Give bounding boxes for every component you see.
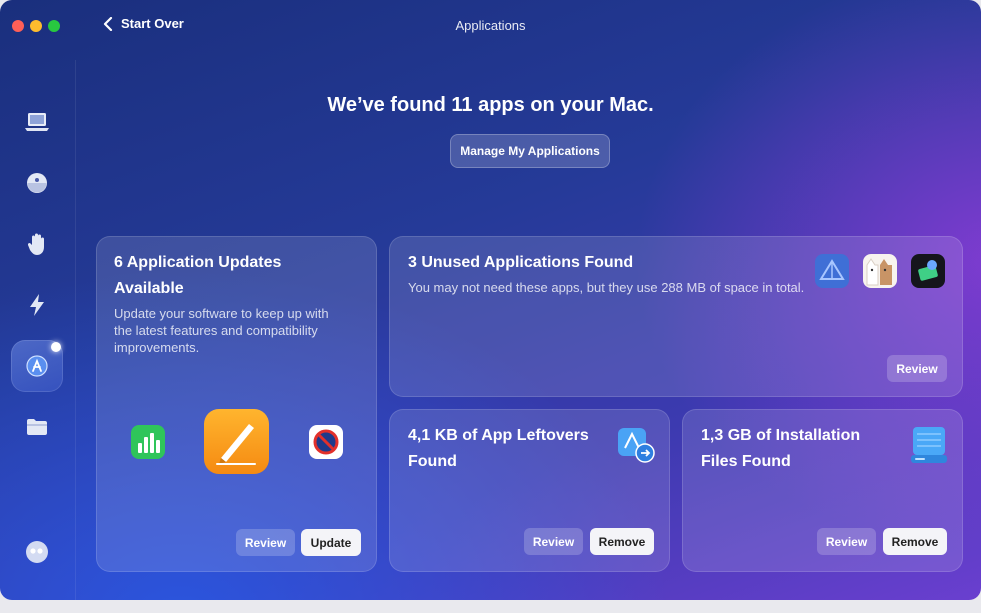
installers-title: 1,3 GB of Installation Files Found [701, 427, 861, 470]
unused-app-icon-2 [863, 254, 897, 288]
updates-description: Update your software to keep up with the… [114, 306, 329, 355]
sidebar-item-protection[interactable] [11, 218, 63, 270]
disk-icon [27, 173, 47, 193]
unused-apps-card: 3 Unused Applications Found You may not … [389, 236, 963, 397]
unused-description: You may not need these apps, but they us… [408, 280, 805, 295]
bolt-icon [30, 294, 44, 316]
unused-app-icon-3 [911, 254, 945, 288]
installer-disk-icon [911, 427, 947, 463]
updates-title: 6 Application Updates Available [114, 254, 282, 297]
unused-review-button[interactable]: Review [887, 355, 947, 382]
leftovers-title: 4,1 KB of App Leftovers Found [408, 427, 589, 470]
installers-remove-button[interactable]: Remove [883, 528, 947, 555]
sidebar-item-my-clutter[interactable] [11, 401, 63, 453]
installation-files-card: 1,3 GB of Installation Files Found Revie… [682, 409, 963, 572]
pages-app-icon [204, 409, 269, 474]
folder-icon [27, 419, 47, 435]
updates-review-button[interactable]: Review [236, 529, 295, 556]
unused-app-icon-1 [815, 254, 849, 288]
leftovers-icon [618, 428, 655, 463]
sidebar-item-assistant[interactable] [11, 526, 63, 578]
app-window: Start Over Applications We’ve found 11 a… [0, 0, 981, 600]
leftovers-remove-button[interactable]: Remove [590, 528, 654, 555]
page-headline: We’ve found 11 apps on your Mac. [327, 94, 654, 116]
leftovers-card: 4,1 KB of App Leftovers Found Review Rem… [389, 409, 670, 572]
installers-review-button[interactable]: Review [817, 528, 876, 555]
unused-title: 3 Unused Applications Found [408, 254, 634, 271]
sidebar-item-performance[interactable] [11, 279, 63, 331]
update-button[interactable]: Update [301, 529, 361, 556]
sidebar-notification-dot [51, 342, 61, 352]
antivirus-app-icon [309, 425, 343, 459]
numbers-app-icon [131, 425, 165, 459]
assistant-icon [26, 541, 48, 563]
sidebar-item-applications[interactable] [11, 340, 63, 392]
leftovers-review-button[interactable]: Review [524, 528, 583, 555]
sidebar [0, 60, 76, 600]
sidebar-item-cleanup[interactable] [11, 157, 63, 209]
manage-applications-button[interactable]: Manage My Applications [450, 134, 610, 168]
app-store-icon [26, 355, 48, 377]
hand-icon [27, 233, 44, 255]
updates-card: 6 Application Updates Available Update y… [96, 236, 377, 572]
window-title: Applications [455, 18, 526, 33]
